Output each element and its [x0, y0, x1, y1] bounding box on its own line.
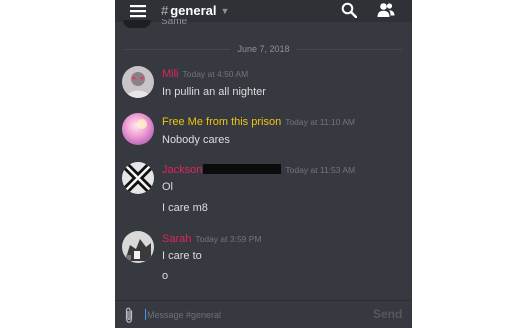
- avatar[interactable]: [122, 66, 154, 98]
- message-input[interactable]: [147, 307, 367, 323]
- message-header: Jackson Today at 11:53 AM: [162, 164, 355, 177]
- username[interactable]: Mili: [162, 68, 179, 80]
- paperclip-icon[interactable]: [123, 307, 135, 324]
- message-text: Nobody cares: [162, 134, 230, 146]
- timestamp: Today at 3:59 PM: [195, 234, 262, 244]
- avatar[interactable]: [122, 231, 154, 263]
- username[interactable]: Sarah: [162, 233, 191, 245]
- text-cursor: [145, 309, 146, 320]
- username[interactable]: Jackson: [162, 164, 202, 176]
- message-header: Mili Today at 4:50 AM: [162, 68, 248, 81]
- message-text: Ol: [162, 181, 173, 193]
- send-button[interactable]: Send: [373, 307, 402, 321]
- message-composer: Send: [115, 300, 412, 328]
- message-text: Same: [161, 19, 188, 27]
- message-text: In pullin an all nighter: [162, 86, 266, 98]
- date-divider-label: June 7, 2018: [237, 44, 290, 54]
- timestamp: Today at 11:53 AM: [285, 165, 356, 175]
- channel-header: # general ▼: [115, 0, 412, 22]
- redaction-bar: [203, 164, 282, 174]
- chevron-down-icon: ▼: [220, 5, 230, 16]
- message-text: I care m8: [162, 202, 208, 214]
- chat-app: # general ▼ Same June 7, 2018 Mili Today…: [115, 0, 412, 328]
- avatar[interactable]: [123, 20, 151, 28]
- channel-title[interactable]: # general ▼: [161, 3, 229, 18]
- timestamp: Today at 4:50 AM: [182, 69, 249, 79]
- message-header: Free Me from this prison Today at 11:10 A…: [162, 116, 355, 129]
- message-text: I care to: [162, 250, 202, 262]
- search-icon[interactable]: [341, 2, 357, 18]
- message-header: Sarah Today at 3:59 PM: [162, 233, 262, 246]
- date-divider: June 7, 2018: [115, 43, 412, 55]
- timestamp: Today at 11:10 AM: [285, 117, 355, 127]
- avatar[interactable]: [122, 113, 154, 145]
- hamburger-menu-icon[interactable]: [130, 4, 146, 18]
- channel-hash: #: [161, 3, 169, 18]
- avatar[interactable]: [122, 162, 154, 194]
- username[interactable]: Free Me from this prison: [162, 116, 281, 128]
- message-text: o: [162, 270, 169, 282]
- members-icon[interactable]: [377, 2, 395, 18]
- channel-name: general: [170, 3, 217, 18]
